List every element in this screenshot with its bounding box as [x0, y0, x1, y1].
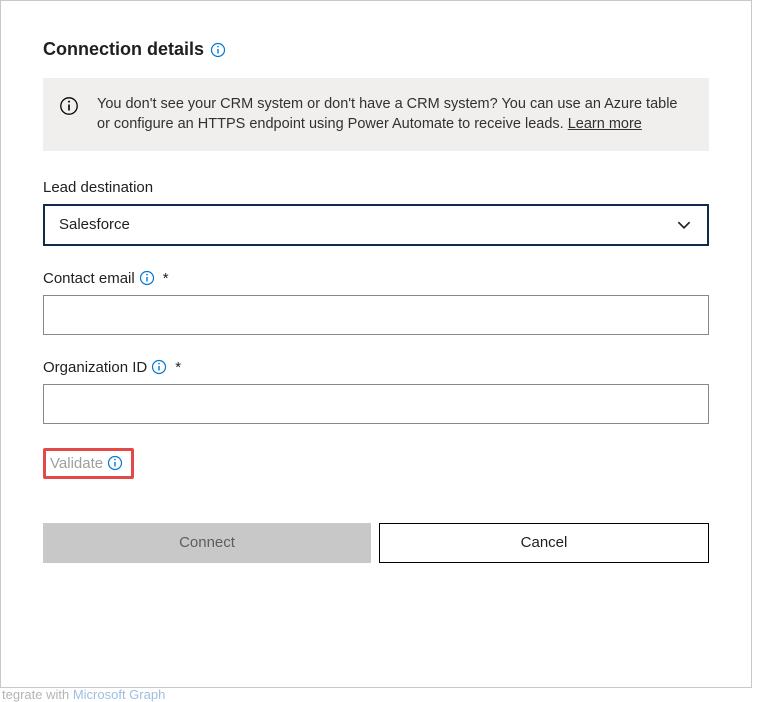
info-icon [59, 96, 79, 116]
required-marker: * [175, 359, 181, 376]
infobox: You don't see your CRM system or don't h… [43, 78, 709, 151]
dropdown-value: Salesforce [59, 216, 130, 233]
contact-email-input[interactable] [43, 295, 709, 335]
field-label: Lead destination [43, 179, 709, 196]
field-label: Contact email * [43, 270, 709, 287]
connect-button[interactable]: Connect [43, 523, 371, 563]
connection-details-dialog: Connection details You don't see your CR… [0, 0, 752, 688]
lead-destination-label: Lead destination [43, 179, 153, 196]
organization-id-input[interactable] [43, 384, 709, 424]
dialog-title: Connection details [43, 39, 204, 60]
info-icon[interactable] [139, 270, 155, 286]
background-text-leak: tegrate with Microsoft Graph [2, 687, 165, 702]
heading-row: Connection details [43, 39, 709, 60]
organization-id-field: Organization ID * [43, 359, 709, 424]
info-icon[interactable] [151, 359, 167, 375]
lead-destination-dropdown[interactable]: Salesforce [43, 204, 709, 246]
validate-highlight: Validate [43, 448, 134, 479]
contact-email-field: Contact email * [43, 270, 709, 335]
button-row: Connect Cancel [43, 523, 709, 563]
lead-destination-field: Lead destination Salesforce [43, 179, 709, 246]
learn-more-link[interactable]: Learn more [568, 116, 642, 132]
info-icon[interactable] [210, 42, 226, 58]
organization-id-label: Organization ID [43, 359, 147, 376]
infobox-message: You don't see your CRM system or don't h… [97, 94, 689, 135]
required-marker: * [163, 270, 169, 287]
chevron-down-icon [675, 216, 693, 234]
validate-link[interactable]: Validate [50, 455, 103, 472]
contact-email-label: Contact email [43, 270, 135, 287]
field-label: Organization ID * [43, 359, 709, 376]
cancel-button[interactable]: Cancel [379, 523, 709, 563]
info-icon[interactable] [107, 455, 123, 471]
